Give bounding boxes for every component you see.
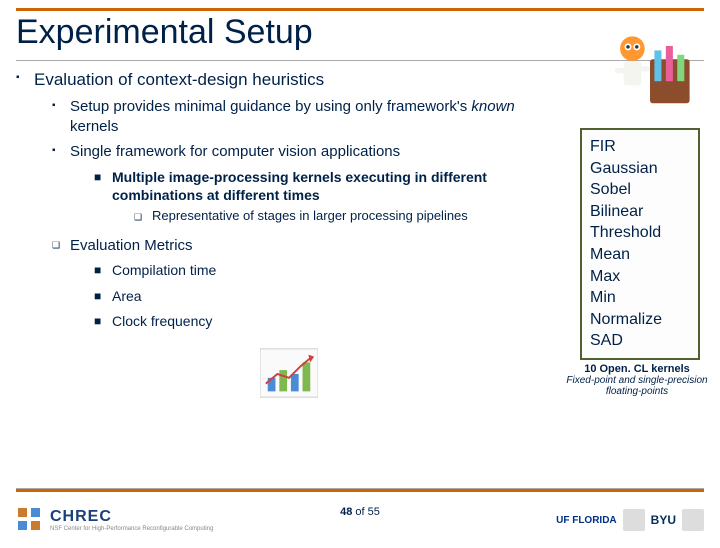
bullet-single-framework: Single framework for computer vision app…: [70, 142, 556, 162]
footer-divider: [16, 488, 704, 492]
kernel-item: Threshold: [590, 222, 690, 244]
kernel-item: SAD: [590, 330, 690, 352]
bullet-icon: ■: [94, 312, 112, 331]
page-title: Experimental Setup: [16, 11, 704, 61]
metric-area: Area: [112, 287, 556, 306]
bullet-icon: ▪: [16, 69, 34, 91]
chrec-logo-text: CHREC: [50, 508, 213, 526]
portrait-logo: [682, 509, 704, 531]
chart-icon: [260, 348, 318, 398]
kernel-list-box: FIR Gaussian Sobel Bilinear Threshold Me…: [580, 128, 700, 360]
metric-clock: Clock frequency: [112, 312, 556, 331]
kernel-item: Bilinear: [590, 201, 690, 223]
bullet-icon: ■: [94, 168, 112, 204]
kernel-item: Max: [590, 266, 690, 288]
vt-logo: [623, 509, 645, 531]
bullet-representative: Representative of stages in larger proce…: [152, 208, 556, 226]
bullet-icon: ■: [94, 261, 112, 280]
kernel-caption: 10 Open. CL kernels Fixed-point and sing…: [562, 363, 712, 397]
heading-evaluation: Evaluation of context-design heuristics: [34, 69, 556, 91]
byu-logo: BYU: [651, 513, 676, 527]
bullet-icon: ■: [94, 287, 112, 306]
bullet-icon: ▪: [52, 97, 70, 136]
metric-compilation: Compilation time: [112, 261, 556, 280]
uf-logo: UF FLORIDA: [556, 515, 617, 526]
footer-right-logos: UF FLORIDA BYU: [556, 509, 704, 531]
chrec-icon: [16, 506, 44, 534]
footer-left-logos: CHREC NSF Center for High-Performance Re…: [16, 506, 213, 534]
heading-metrics: Evaluation Metrics: [70, 236, 556, 256]
bullet-multiple-kernels: Multiple image-processing kernels execut…: [112, 168, 556, 204]
kernel-item: Min: [590, 287, 690, 309]
kernel-item: Mean: [590, 244, 690, 266]
kernel-item: Gaussian: [590, 158, 690, 180]
bullet-icon: ❑: [52, 236, 70, 256]
chrec-subtitle: NSF Center for High-Performance Reconfig…: [50, 526, 213, 532]
kernel-item: Normalize: [590, 309, 690, 331]
bullet-setup-guidance: Setup provides minimal guidance by using…: [70, 97, 556, 136]
bullet-icon: ❑: [134, 208, 152, 226]
kernel-item: Sobel: [590, 179, 690, 201]
bullet-icon: ▪: [52, 142, 70, 162]
kernel-item: FIR: [590, 136, 690, 158]
